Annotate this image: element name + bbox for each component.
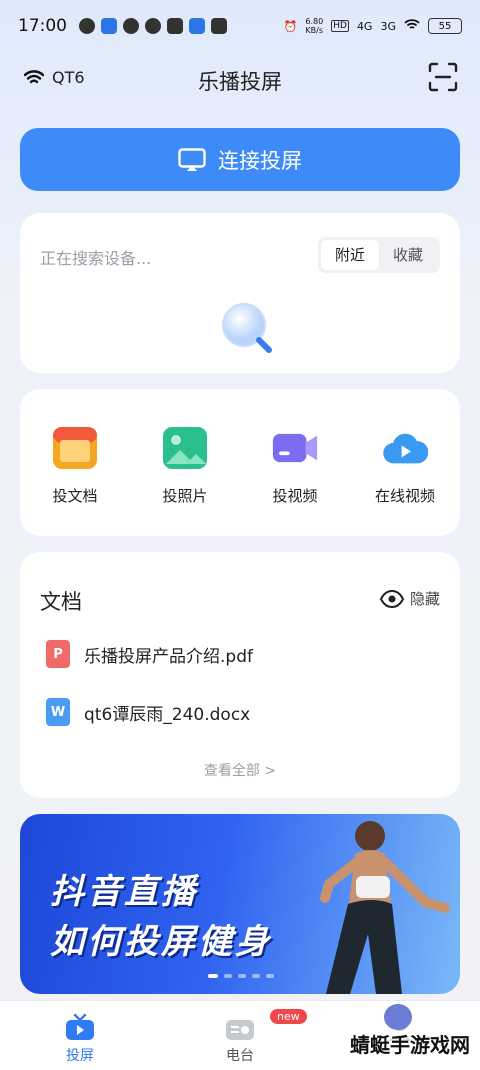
notification-icons: [79, 18, 227, 34]
connect-cast-label: 连接投屏: [218, 148, 302, 173]
cloud-icon: [123, 18, 139, 34]
video-camera-icon: [272, 425, 318, 471]
status-time: 17:00: [18, 16, 67, 36]
document-item-docx[interactable]: W qt6谭辰雨_240.docx: [46, 698, 250, 726]
documents-title: 文档: [40, 590, 82, 614]
tv-icon: [66, 1013, 94, 1040]
battery-icon: 55: [428, 18, 462, 34]
cast-video-button[interactable]: 投视频: [245, 425, 345, 536]
device-search-card: 正在搜索设备... 附近 收藏: [20, 213, 460, 373]
robot-icon: [189, 18, 205, 34]
online-video-label: 在线视频: [374, 487, 435, 505]
hd-badge: HD: [331, 20, 349, 32]
eye-icon: [379, 589, 404, 608]
document-name: qt6谭辰雨_240.docx: [84, 704, 251, 725]
cast-document-button[interactable]: 投文档: [25, 425, 125, 536]
status-bar: 17:00 ⏰ 6.80 KB/s HD 4G 3G 55: [0, 0, 480, 52]
pdf-file-icon: P: [46, 640, 70, 668]
wifi-status-icon: [404, 18, 420, 34]
tab-radio[interactable]: 电台 new: [160, 1001, 320, 1070]
fitness-figure-image: [320, 821, 450, 994]
cast-photo-label: 投照片: [162, 487, 208, 505]
watermark-logo: [384, 1004, 412, 1030]
online-video-button[interactable]: 在线视频: [355, 425, 455, 536]
document-folder-icon: [52, 425, 98, 471]
tab-radio-label: 电台: [226, 1048, 254, 1064]
document-item-pdf[interactable]: P 乐播投屏产品介绍.pdf: [46, 640, 253, 668]
banner-line-1: 抖音直播: [50, 872, 198, 912]
scan-icon[interactable]: [428, 62, 458, 92]
banner-dot: [266, 974, 274, 978]
tab-cast[interactable]: 投屏: [0, 1001, 160, 1070]
radio-icon: [226, 1020, 254, 1040]
hide-documents-button[interactable]: 隐藏: [379, 588, 440, 609]
banner-dot: [252, 974, 260, 978]
device-filter-tabs: 附近 收藏: [317, 237, 440, 273]
word-file-icon: W: [46, 698, 70, 726]
tab-nearby[interactable]: 附近: [320, 240, 379, 270]
translate-icon: [167, 18, 183, 34]
new-badge: new: [270, 1009, 307, 1024]
signal-4g: 4G: [356, 19, 373, 33]
qq-icon: [79, 18, 95, 34]
status-right: ⏰ 6.80 KB/s HD 4G 3G 55: [284, 17, 462, 35]
signal-3g: 3G: [380, 19, 396, 33]
banner-line-2: 如何投屏健身: [50, 922, 272, 962]
document-name: 乐播投屏产品介绍.pdf: [84, 646, 253, 667]
chat-icon: [145, 18, 161, 34]
net-speed: 6.80 KB/s: [305, 17, 324, 35]
app-icon: [101, 18, 117, 34]
banner-pagination: [208, 974, 274, 978]
cast-tools-card: 投文档 投照片 投视频 在线视频: [20, 389, 460, 536]
searching-magnifier-icon: [222, 303, 272, 353]
watermark-text: 蜻蜓手游戏网: [350, 1033, 470, 1057]
connect-cast-button[interactable]: 连接投屏: [20, 128, 460, 191]
flash-icon: [211, 18, 227, 34]
cast-document-label: 投文档: [52, 487, 98, 505]
tab-cast-label: 投屏: [66, 1048, 94, 1064]
photo-icon: [162, 425, 208, 471]
search-status: 正在搜索设备...: [40, 249, 152, 268]
tab-favorites[interactable]: 收藏: [379, 240, 437, 270]
cloud-play-icon: [382, 425, 428, 471]
top-bar: QT6 乐播投屏: [0, 52, 480, 108]
banner-dot: [224, 974, 232, 978]
promo-banner[interactable]: 抖音直播 如何投屏健身: [20, 814, 460, 994]
view-all-link[interactable]: 查看全部 >: [20, 760, 460, 780]
banner-dot: [208, 974, 218, 978]
page-title: 乐播投屏: [198, 70, 282, 94]
documents-card: 文档 隐藏 P 乐播投屏产品介绍.pdf W qt6谭辰雨_240.docx 查…: [20, 552, 460, 798]
hide-label: 隐藏: [409, 590, 440, 608]
cast-video-label: 投视频: [272, 487, 318, 505]
cast-photo-button[interactable]: 投照片: [135, 425, 235, 536]
screen-cast-icon: [178, 147, 206, 171]
alarm-icon: ⏰: [283, 19, 298, 33]
banner-dot: [238, 974, 246, 978]
